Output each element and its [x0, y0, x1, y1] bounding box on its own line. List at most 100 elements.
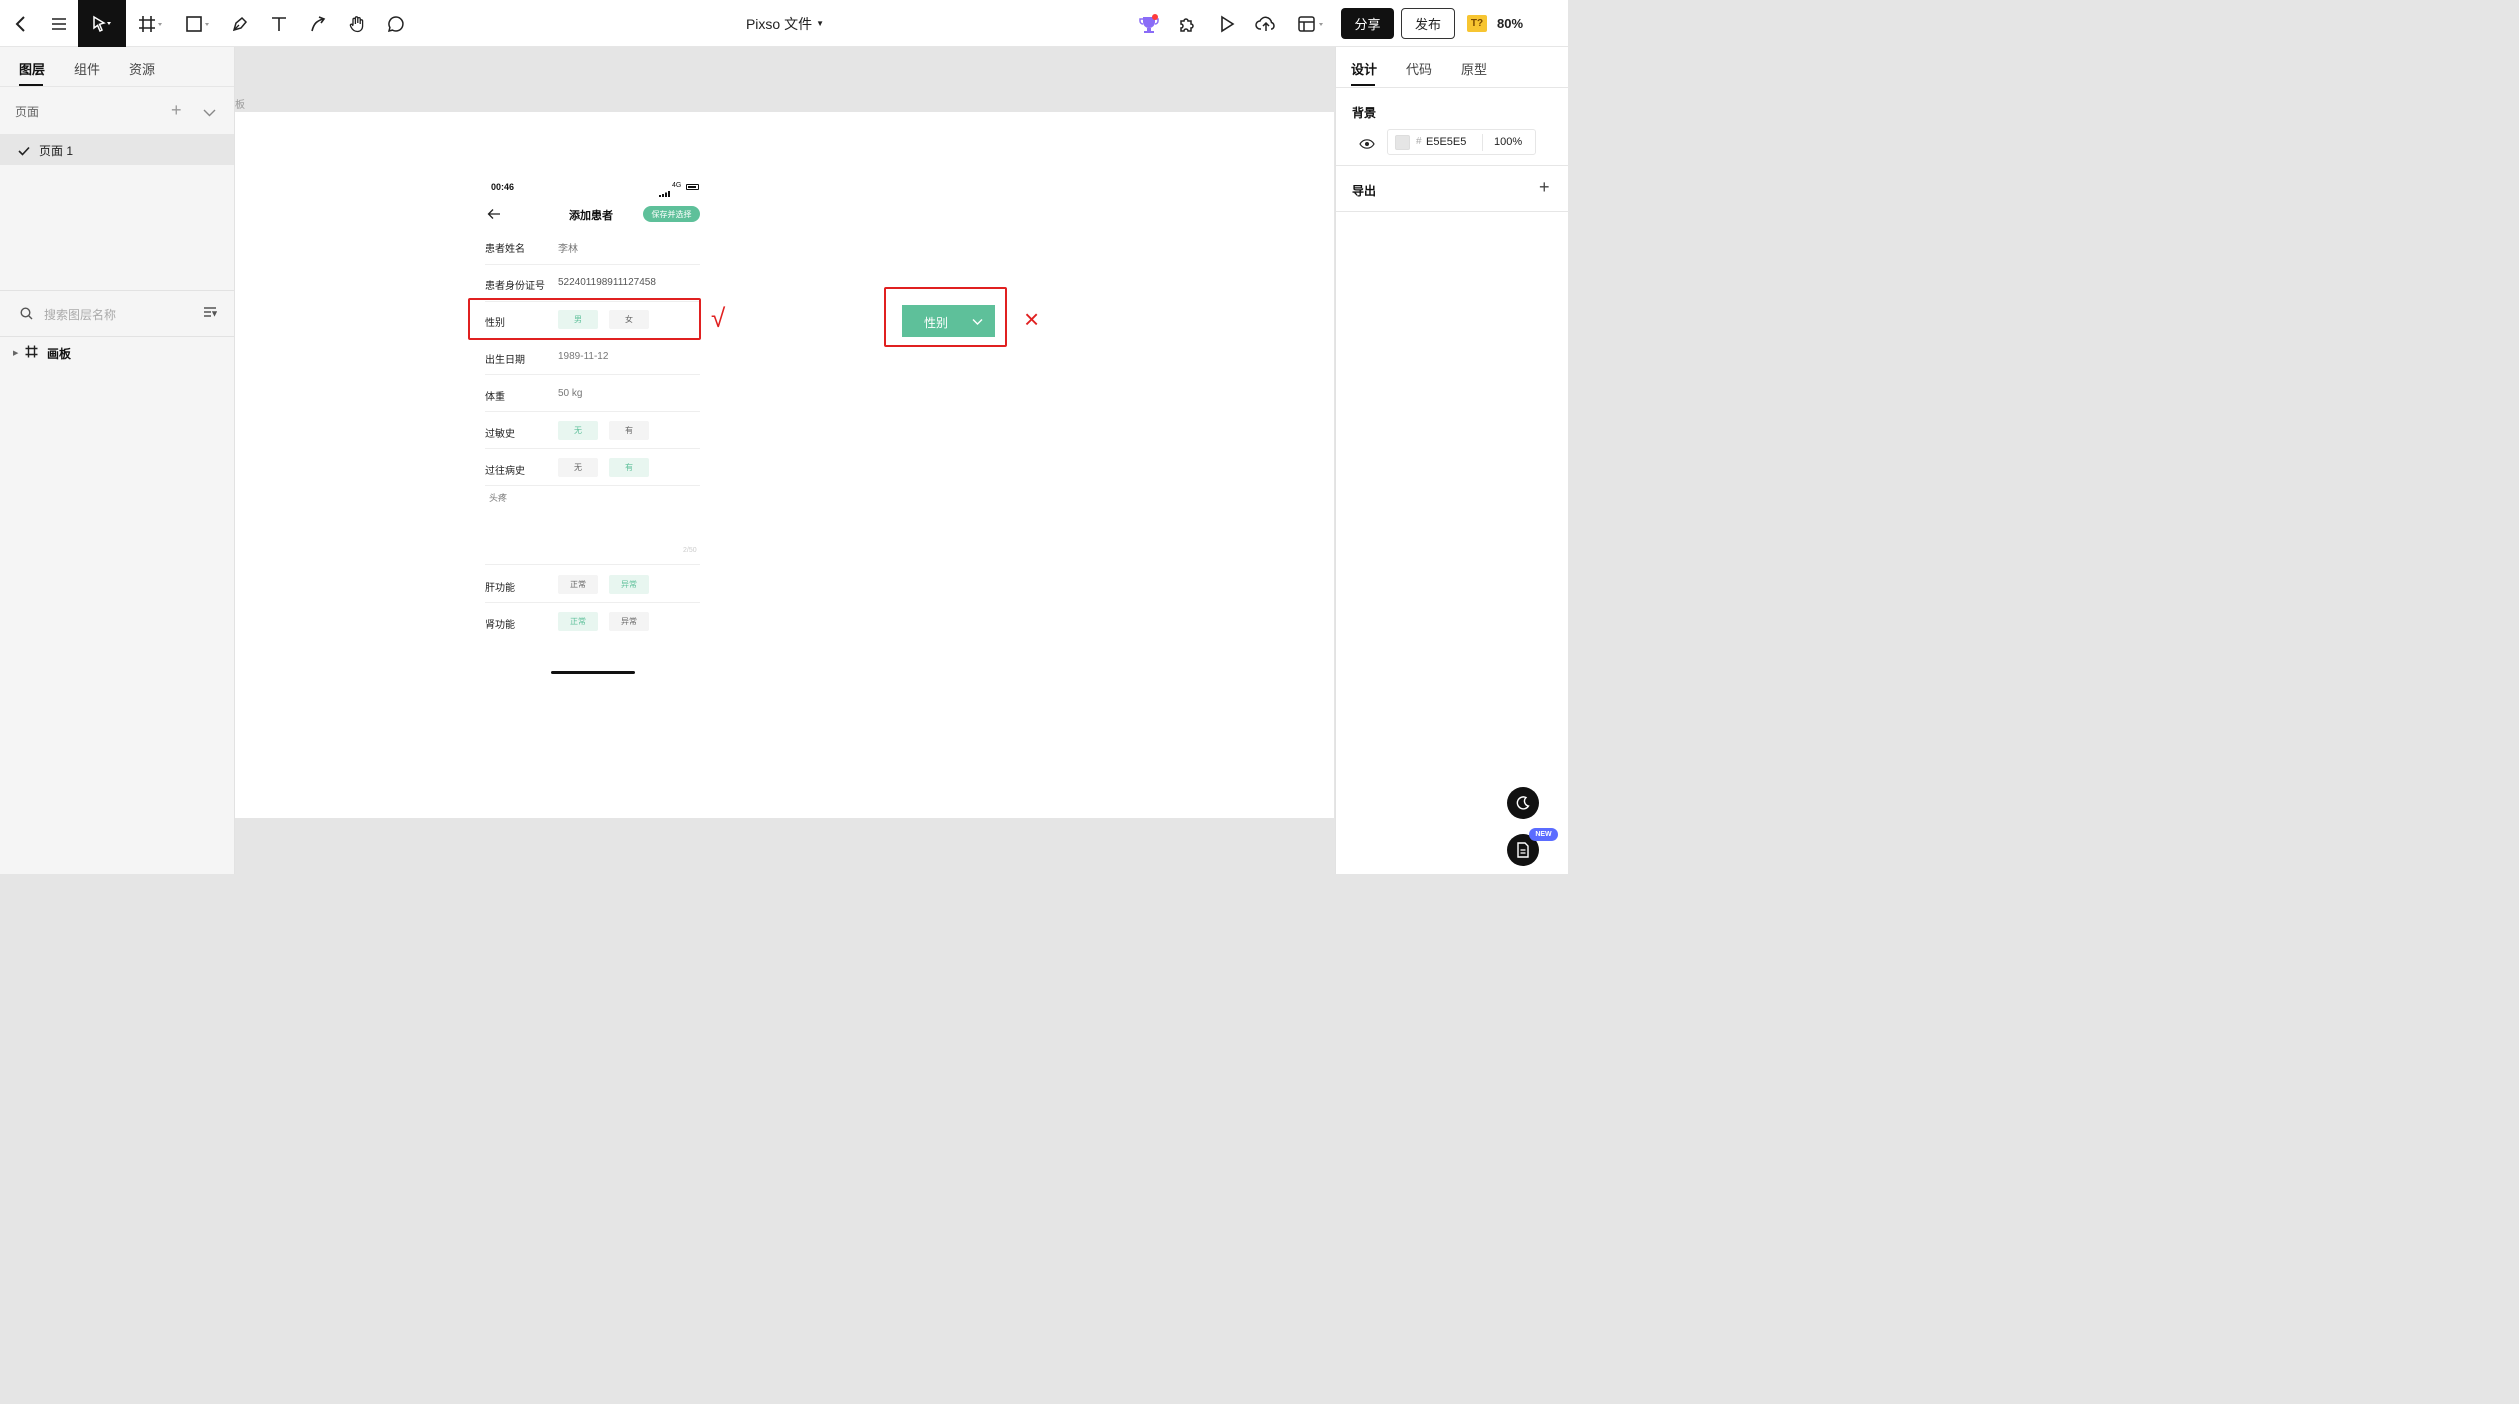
- dark-mode-button[interactable]: [1507, 787, 1539, 819]
- hex-value[interactable]: E5E5E5: [1426, 136, 1466, 148]
- missing-font-icon[interactable]: T?: [1467, 15, 1487, 32]
- layers-panel: 图层 组件 资源 页面 + 页面 1 搜索图层名称 ▶ 画板: [0, 47, 235, 874]
- export-section-title: 导出: [1352, 184, 1377, 198]
- field-label: 肾功能: [485, 620, 515, 631]
- background-color-field[interactable]: # E5E5E5 100%: [1387, 129, 1536, 155]
- field-label: 患者姓名: [485, 244, 525, 255]
- pen-tool-icon[interactable]: [222, 0, 258, 47]
- option-chip: 无: [558, 458, 598, 477]
- divider: [485, 374, 700, 375]
- option-chip: 正常: [558, 575, 598, 594]
- field-value: 522401198911127458: [558, 277, 656, 288]
- shape-tool-icon[interactable]: [178, 0, 218, 47]
- tab-prototype[interactable]: 原型: [1461, 59, 1487, 78]
- background-section-title: 背景: [1352, 106, 1377, 120]
- play-icon[interactable]: [1212, 0, 1242, 47]
- check-icon: [18, 143, 30, 161]
- tab-indicator: [1351, 84, 1375, 86]
- tab-layers[interactable]: 图层: [19, 59, 45, 78]
- expand-triangle-icon[interactable]: ▶: [13, 349, 18, 357]
- layer-search-input[interactable]: 搜索图层名称: [44, 306, 116, 323]
- field-value: 李林: [558, 244, 578, 255]
- artboard[interactable]: [235, 112, 1334, 818]
- divider: [485, 602, 700, 603]
- chevron-down-icon[interactable]: [203, 104, 216, 122]
- moon-icon: [1516, 796, 1530, 810]
- gender-dropdown: 性别: [902, 305, 995, 337]
- divider: [1336, 87, 1569, 88]
- field-label: 出生日期: [485, 355, 525, 366]
- add-page-icon[interactable]: +: [171, 101, 182, 119]
- divider: [1482, 134, 1483, 151]
- option-chip: 异常: [609, 575, 649, 594]
- chevron-down-icon: [972, 315, 983, 329]
- save-select-button: 保存并选择: [643, 206, 700, 222]
- field-value: 1989-11-12: [558, 351, 609, 362]
- pages-header: 页面: [15, 105, 40, 119]
- divider: [0, 290, 234, 291]
- opacity-value[interactable]: 100%: [1494, 136, 1522, 148]
- tab-design[interactable]: 设计: [1351, 59, 1377, 78]
- divider: [485, 264, 700, 265]
- document-icon: [1517, 842, 1529, 858]
- divider: [1336, 165, 1569, 166]
- signal-icon: [659, 184, 670, 202]
- back-icon[interactable]: [0, 0, 39, 47]
- divider: [1336, 211, 1569, 212]
- divider: [485, 564, 700, 565]
- option-chip: 有: [609, 421, 649, 440]
- new-badge: NEW: [1529, 828, 1558, 841]
- layout-icon[interactable]: [1292, 0, 1332, 47]
- eye-icon[interactable]: [1359, 136, 1375, 154]
- share-button[interactable]: 分享: [1341, 8, 1394, 39]
- option-chip: 有: [609, 458, 649, 477]
- file-title[interactable]: Pixso 文件 ▼: [700, 0, 870, 47]
- menu-icon[interactable]: [39, 0, 78, 47]
- move-tool-icon[interactable]: [78, 0, 126, 47]
- text-tool-icon[interactable]: [261, 0, 297, 47]
- layer-item-artboard[interactable]: 画板: [47, 345, 71, 362]
- arrow-left-icon: [487, 207, 501, 225]
- hand-tool-icon[interactable]: [339, 0, 375, 47]
- connector-tool-icon[interactable]: [300, 0, 336, 47]
- network-label: 4G: [672, 182, 682, 189]
- home-indicator: [551, 671, 635, 674]
- zoom-level[interactable]: 80%: [1497, 0, 1523, 47]
- field-label: 过敏史: [485, 429, 515, 440]
- tab-assets[interactable]: 资源: [129, 59, 155, 78]
- award-icon[interactable]: [1134, 0, 1164, 47]
- tab-code[interactable]: 代码: [1406, 59, 1432, 78]
- option-chip: 正常: [558, 612, 598, 631]
- phone-page-title: 添加患者: [569, 210, 613, 222]
- left-tabs: 图层 组件 资源: [0, 47, 234, 87]
- frame-tool-icon[interactable]: [131, 0, 171, 47]
- file-title-text: Pixso 文件: [745, 15, 813, 32]
- toolbar: Pixso 文件 ▼ 分享 发布 T? 80%: [0, 0, 1568, 47]
- dropdown-label: 性别: [924, 316, 949, 330]
- search-icon: [20, 307, 33, 325]
- divider: [485, 448, 700, 449]
- plugin-icon[interactable]: [1172, 0, 1202, 47]
- field-value: 50 kg: [558, 388, 583, 399]
- field-label: 患者身份证号: [485, 281, 545, 292]
- option-chip: 异常: [609, 612, 649, 631]
- comment-tool-icon[interactable]: [378, 0, 414, 47]
- upload-icon[interactable]: [1251, 0, 1281, 47]
- option-chip: 无: [558, 421, 598, 440]
- divider: [0, 336, 234, 337]
- page-item-label: 页面 1: [39, 144, 74, 158]
- wrong-mark: ×: [1024, 304, 1040, 334]
- add-export-icon[interactable]: +: [1539, 178, 1550, 196]
- page-item[interactable]: [0, 134, 234, 165]
- frame-icon: [25, 345, 38, 363]
- field-label: 肝功能: [485, 583, 515, 594]
- tab-components[interactable]: 组件: [74, 59, 100, 78]
- filter-icon[interactable]: [203, 306, 218, 324]
- status-time: 00:46: [491, 182, 515, 192]
- correct-highlight-box: [468, 298, 701, 340]
- field-label: 过往病史: [485, 466, 525, 477]
- divider: [485, 411, 700, 412]
- publish-button[interactable]: 发布: [1401, 8, 1455, 39]
- color-swatch[interactable]: [1395, 135, 1410, 150]
- char-counter: 2/50: [683, 547, 697, 554]
